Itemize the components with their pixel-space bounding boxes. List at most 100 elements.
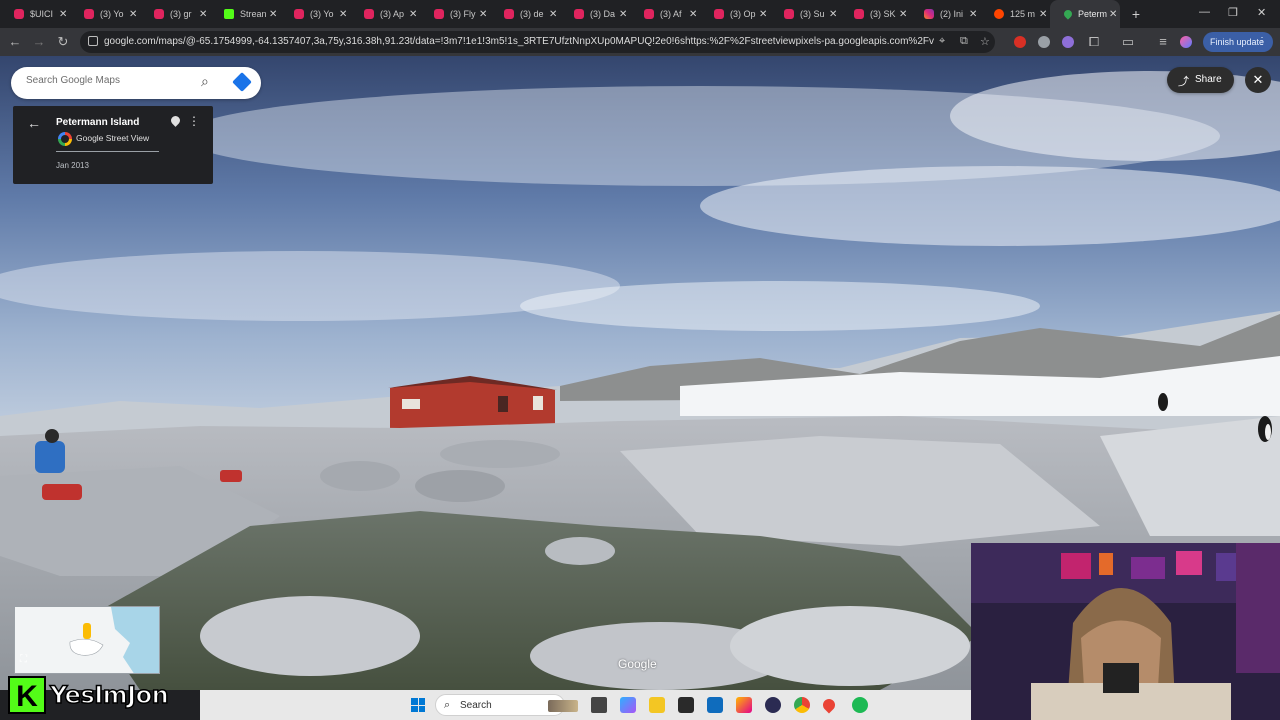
close-street-view-button[interactable]: ✕	[1245, 67, 1271, 93]
expand-map-icon[interactable]: ⛶	[20, 654, 27, 665]
tab-close-icon[interactable]: ✕	[479, 9, 487, 20]
tab-close-icon[interactable]: ✕	[199, 9, 207, 20]
tab-close-icon[interactable]: ✕	[689, 9, 697, 20]
tab-title: $UICI	[30, 9, 54, 19]
youtube-icon	[434, 9, 444, 19]
browser-tab[interactable]: (3) gr ✕	[140, 0, 210, 28]
taskbar-search[interactable]: ⌕ Search	[435, 694, 578, 716]
tab-title: Strean	[240, 9, 267, 19]
back-arrow-icon[interactable]: ←	[27, 115, 41, 131]
tab-close-icon[interactable]: ✕	[969, 9, 977, 20]
address-bar[interactable]: google.com/maps/@-65.1754999,-64.1357407…	[80, 31, 995, 53]
chrome-icon[interactable]	[794, 697, 810, 713]
tab-close-icon[interactable]: ✕	[129, 9, 137, 20]
store-icon[interactable]	[678, 697, 694, 713]
window-close-icon[interactable]: ✕	[1257, 6, 1266, 19]
tab-close-icon[interactable]: ✕	[829, 9, 837, 20]
browser-tab[interactable]: (3) Af ✕	[630, 0, 700, 28]
maps-pin-icon[interactable]	[820, 696, 838, 714]
tab-close-icon[interactable]: ✕	[759, 9, 767, 20]
browser-tab[interactable]: (3) Yo ✕	[70, 0, 140, 28]
youtube-icon	[644, 9, 654, 19]
mail-icon[interactable]	[707, 697, 723, 713]
minimize-icon[interactable]: —	[1199, 6, 1210, 18]
google-logo-icon	[58, 132, 72, 146]
capture-date[interactable]: Jan 2013	[56, 161, 89, 170]
tab-close-icon[interactable]: ✕	[409, 9, 417, 20]
browser-tab[interactable]: (3) Ap ✕	[350, 0, 420, 28]
channel-name: YesImJon	[49, 680, 169, 710]
spotify-icon[interactable]	[852, 697, 868, 713]
file-explorer-icon[interactable]	[649, 697, 665, 713]
browser-tab[interactable]: 125 m ✕	[980, 0, 1050, 28]
browser-tab[interactable]: (3) Fly ✕	[420, 0, 490, 28]
tab-close-icon[interactable]: ✕	[59, 9, 67, 20]
browser-tab[interactable]: (3) de ✕	[490, 0, 560, 28]
browser-tab[interactable]: $UICI ✕	[0, 0, 70, 28]
youtube-icon	[854, 9, 864, 19]
place-title[interactable]: Petermann Island	[56, 117, 139, 128]
browser-tab[interactable]: Strean ✕	[210, 0, 280, 28]
bookmark-star-icon[interactable]: ☆	[980, 35, 990, 48]
maps-search-box[interactable]: ⌕	[11, 67, 261, 99]
tab-title: (3) Yo	[310, 9, 334, 19]
youtube-icon	[84, 9, 94, 19]
tab-close-icon[interactable]: ✕	[549, 9, 557, 20]
install-app-icon[interactable]: ⧉	[960, 35, 968, 48]
taskbar-search-label: Search	[460, 700, 492, 711]
pegman-icon[interactable]	[83, 623, 91, 639]
copilot-icon[interactable]	[620, 697, 636, 713]
search-input[interactable]	[26, 75, 196, 86]
youtube-icon	[154, 9, 164, 19]
task-view-icon[interactable]	[591, 697, 607, 713]
discord-icon[interactable]	[765, 697, 781, 713]
profile-avatar[interactable]	[1180, 36, 1192, 48]
browser-tab[interactable]: (3) Su ✕	[770, 0, 840, 28]
more-options-icon[interactable]: ⋮	[188, 114, 200, 128]
tab-title: (3) SK	[870, 9, 896, 19]
extension-purple-icon[interactable]	[1062, 36, 1074, 48]
browser-tab[interactable]: (2) Ini ✕	[910, 0, 980, 28]
youtube-icon	[294, 9, 304, 19]
browser-tab[interactable]: Peterm ✕	[1050, 0, 1120, 28]
mini-map[interactable]	[14, 606, 160, 674]
search-icon[interactable]: ⌕	[201, 73, 209, 90]
url-text[interactable]: google.com/maps/@-65.1754999,-64.1357407…	[104, 36, 934, 47]
extension-grey-icon[interactable]	[1038, 36, 1050, 48]
finish-update-button[interactable]: Finish update ⋮	[1203, 32, 1273, 52]
reload-icon[interactable]: ↻	[55, 34, 71, 50]
menu-dots-icon: ⋮	[1257, 36, 1267, 47]
forward-arrow-icon[interactable]: →	[31, 34, 47, 49]
site-settings-icon[interactable]	[88, 36, 98, 46]
app-icon[interactable]	[736, 697, 752, 713]
tab-close-icon[interactable]: ✕	[1039, 9, 1047, 20]
browser-tab[interactable]: (3) Op ✕	[700, 0, 770, 28]
windows-start-icon[interactable]	[411, 698, 425, 712]
location-icon[interactable]: ⌖	[939, 35, 945, 48]
tab-close-icon[interactable]: ✕	[899, 9, 907, 20]
tab-close-icon[interactable]: ✕	[269, 9, 277, 20]
tab-title: (3) gr	[170, 9, 192, 19]
tab-title: (3) Su	[800, 9, 825, 19]
reading-list-icon[interactable]: ≡	[1155, 34, 1171, 49]
tab-close-icon[interactable]: ✕	[1109, 9, 1117, 20]
browser-toolbar: ← → ↻ google.com/maps/@-65.1754999,-64.1…	[0, 28, 1280, 56]
search-highlight-image	[548, 700, 578, 712]
browser-tab[interactable]: (3) SK ✕	[840, 0, 910, 28]
tab-close-icon[interactable]: ✕	[619, 9, 627, 20]
directions-icon[interactable]	[232, 72, 252, 92]
tab-title: Peterm	[1078, 9, 1108, 19]
share-icon: ⤴	[1178, 76, 1189, 88]
side-panel-icon[interactable]: ▭	[1120, 34, 1136, 50]
browser-tab[interactable]: (3) Da ✕	[560, 0, 630, 28]
new-tab-button[interactable]: +	[1126, 6, 1146, 22]
mini-map-graphic	[15, 607, 159, 673]
restore-icon[interactable]: ❐	[1228, 6, 1238, 19]
tab-close-icon[interactable]: ✕	[339, 9, 347, 20]
back-arrow-icon[interactable]: ←	[7, 34, 23, 49]
share-button[interactable]: ⤴ Share	[1167, 67, 1234, 93]
extensions-puzzle-icon[interactable]: ⧠	[1086, 34, 1102, 50]
location-pin-icon[interactable]	[169, 114, 182, 127]
extension-red-icon[interactable]	[1014, 36, 1026, 48]
browser-tab[interactable]: (3) Yo ✕	[280, 0, 350, 28]
